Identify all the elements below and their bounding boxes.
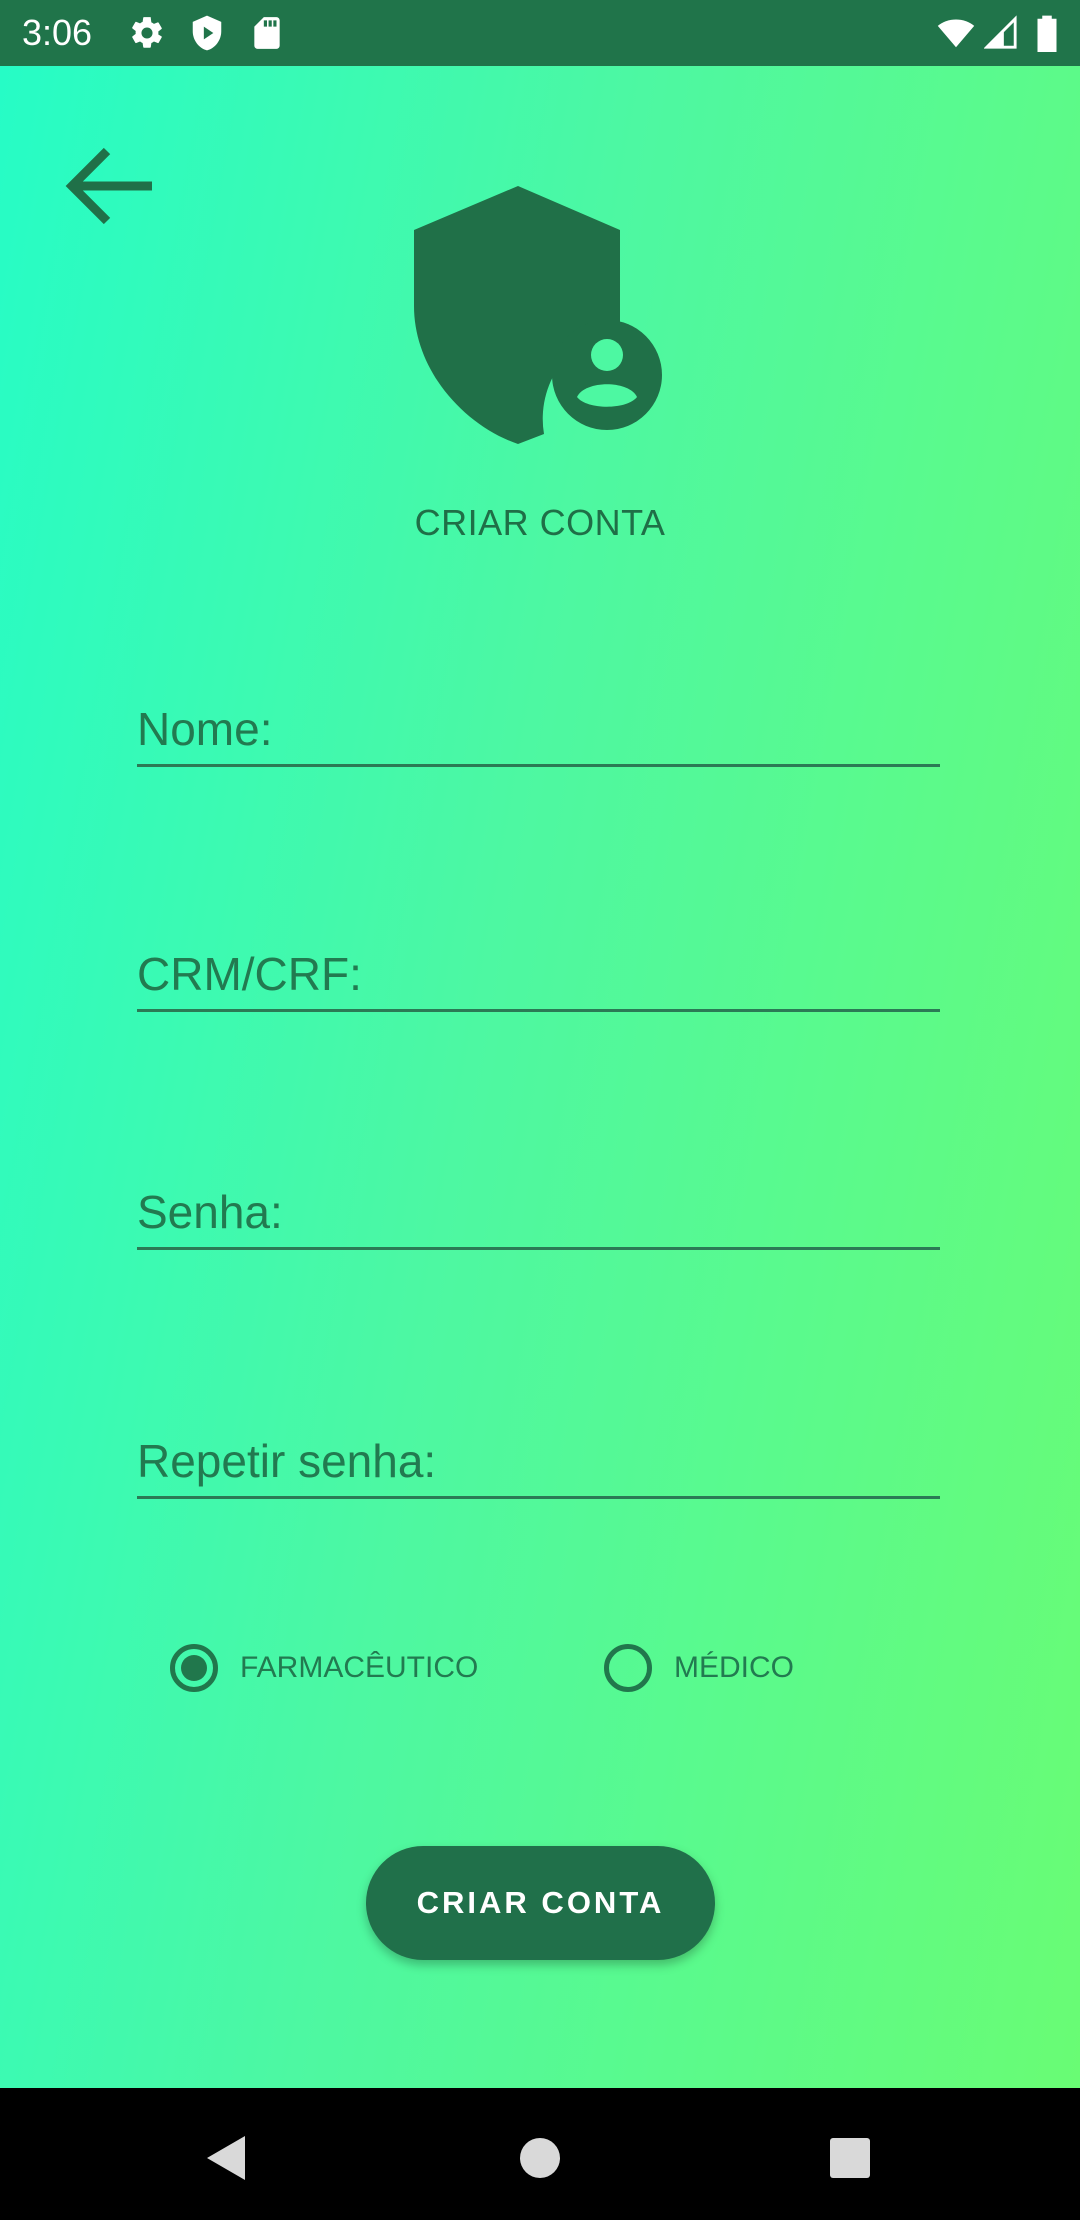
signal-icon [983,14,1022,52]
name-field[interactable] [137,694,940,764]
name-field-container [137,694,940,767]
recents-square-icon [830,2138,870,2178]
gear-icon [128,14,166,52]
page-title: CRIAR CONTA [414,502,666,543]
create-account-screen: CRIAR CONTA FARMACÊUTICO MÉDICO [0,66,1080,2088]
radio-farmaceutico[interactable]: FARMACÊUTICO [170,1618,478,1718]
radio-medico[interactable]: MÉDICO [604,1618,794,1718]
sd-card-icon [248,14,286,52]
repeat-password-field-container [137,1426,940,1499]
role-radio-group: FARMACÊUTICO MÉDICO [0,1618,1080,1718]
password-field[interactable] [137,1177,940,1247]
nav-back-button[interactable] [186,2118,266,2198]
wifi-icon [936,14,975,52]
back-triangle-icon [207,2136,245,2180]
battery-icon [1034,14,1060,53]
radio-unchecked-icon [604,1644,652,1692]
home-circle-icon [520,2138,560,2178]
shield-user-icon [405,186,675,446]
crm-field[interactable] [137,939,940,1009]
radio-label-medico: MÉDICO [674,1651,794,1684]
status-bar: 3:06 [0,0,1080,66]
screen: 3:06 CRIAR CONTA Nome: CRM/CRF: FARMACÊU… [0,0,1080,2220]
arrow-left-icon [65,147,152,225]
create-account-button[interactable]: CRIAR CONTA [366,1846,715,1960]
radio-label-farmaceutico: FARMACÊUTICO [240,1651,479,1684]
navigation-bar [0,2088,1080,2220]
status-time: 3:06 [22,12,93,53]
repeat-password-field[interactable] [137,1426,940,1496]
password-field-container [137,1177,940,1250]
nav-home-button[interactable] [500,2118,580,2198]
back-button[interactable] [50,126,170,246]
nav-recents-button[interactable] [810,2118,890,2198]
crm-field-container [137,939,940,1012]
radio-checked-icon [170,1644,218,1692]
radio-dot [181,1655,207,1681]
shield-play-icon [188,14,226,52]
